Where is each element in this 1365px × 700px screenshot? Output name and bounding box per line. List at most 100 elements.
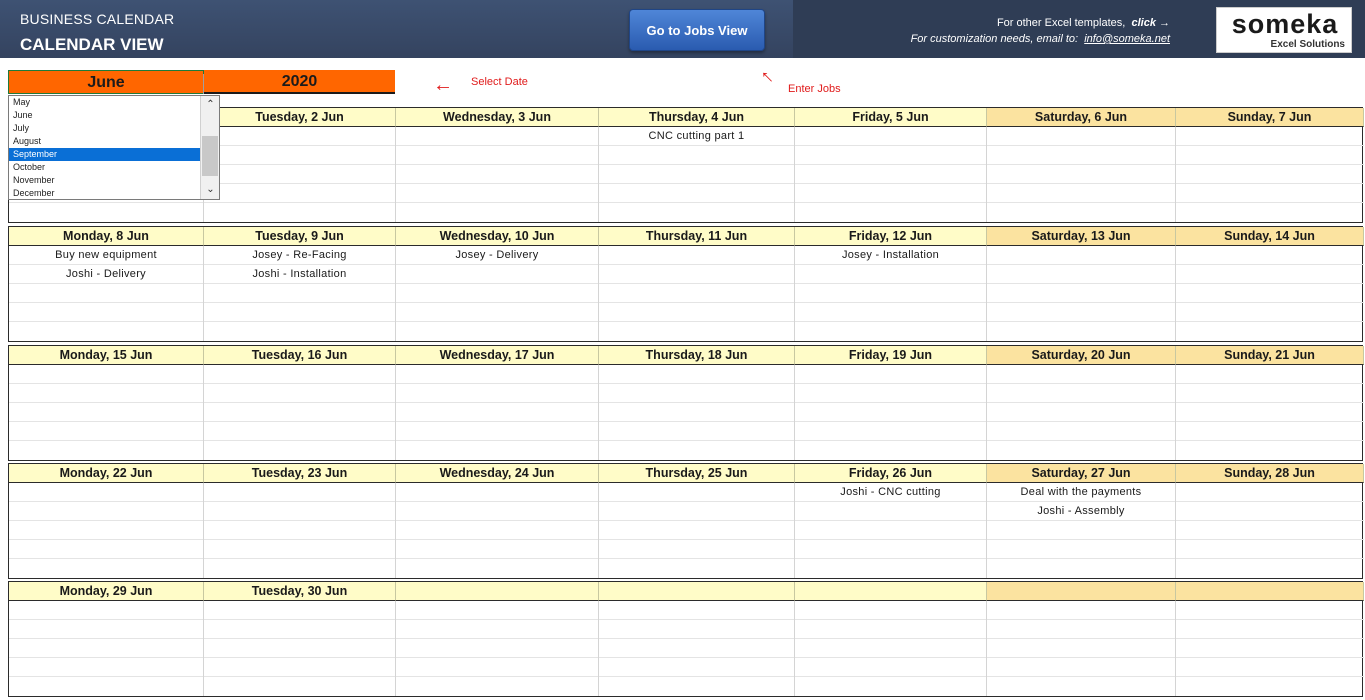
job-cell[interactable] bbox=[396, 146, 598, 165]
job-cell[interactable] bbox=[599, 284, 794, 303]
job-cell[interactable] bbox=[599, 658, 794, 677]
job-cell[interactable] bbox=[9, 203, 203, 222]
job-cell[interactable] bbox=[1176, 303, 1364, 322]
job-cell[interactable] bbox=[599, 441, 794, 460]
job-cell[interactable] bbox=[987, 127, 1175, 146]
job-cell[interactable] bbox=[987, 422, 1175, 441]
job-cell[interactable] bbox=[987, 559, 1175, 578]
job-cell[interactable] bbox=[599, 246, 794, 265]
job-cell[interactable] bbox=[1176, 677, 1364, 696]
job-cell[interactable] bbox=[1176, 203, 1364, 222]
job-cell[interactable] bbox=[9, 639, 203, 658]
job-cell[interactable] bbox=[1176, 284, 1364, 303]
job-cell[interactable] bbox=[396, 365, 598, 384]
job-cell[interactable] bbox=[204, 422, 395, 441]
job-cell[interactable] bbox=[204, 365, 395, 384]
templates-click-link[interactable]: click → bbox=[1131, 17, 1170, 29]
job-cell[interactable] bbox=[795, 658, 986, 677]
job-cell[interactable]: Joshi - Installation bbox=[204, 265, 395, 284]
job-cell[interactable] bbox=[987, 521, 1175, 540]
job-cell[interactable] bbox=[987, 620, 1175, 639]
job-cell[interactable] bbox=[396, 127, 598, 146]
job-cell[interactable] bbox=[987, 246, 1175, 265]
job-cell[interactable] bbox=[599, 184, 794, 203]
month-option[interactable]: May bbox=[9, 96, 200, 109]
job-cell[interactable] bbox=[599, 365, 794, 384]
job-cell[interactable] bbox=[9, 422, 203, 441]
job-cell[interactable]: CNC cutting part 1 bbox=[599, 127, 794, 146]
job-cell[interactable] bbox=[1176, 483, 1364, 502]
job-cell[interactable]: Josey - Re-Facing bbox=[204, 246, 395, 265]
job-cell[interactable] bbox=[987, 384, 1175, 403]
job-cell[interactable] bbox=[1176, 620, 1364, 639]
job-cell[interactable] bbox=[795, 127, 986, 146]
job-cell[interactable] bbox=[599, 677, 794, 696]
job-cell[interactable] bbox=[396, 384, 598, 403]
job-cell[interactable] bbox=[396, 677, 598, 696]
year-input[interactable]: 2020 bbox=[204, 70, 395, 94]
month-dropdown-list[interactable]: May June July August September October Novembe… bbox=[8, 95, 220, 200]
job-cell[interactable] bbox=[1176, 246, 1364, 265]
job-cell[interactable] bbox=[1176, 658, 1364, 677]
job-cell[interactable] bbox=[396, 441, 598, 460]
job-cell[interactable] bbox=[795, 403, 986, 422]
job-cell[interactable] bbox=[1176, 165, 1364, 184]
job-cell[interactable] bbox=[204, 403, 395, 422]
job-cell[interactable] bbox=[987, 303, 1175, 322]
job-cell[interactable] bbox=[795, 322, 986, 341]
job-cell[interactable] bbox=[9, 365, 203, 384]
job-cell[interactable] bbox=[204, 146, 395, 165]
month-option[interactable]: October bbox=[9, 161, 200, 174]
job-cell[interactable] bbox=[1176, 127, 1364, 146]
job-cell[interactable] bbox=[9, 601, 203, 620]
job-cell[interactable] bbox=[204, 483, 395, 502]
job-cell[interactable] bbox=[1176, 265, 1364, 284]
job-cell[interactable] bbox=[987, 165, 1175, 184]
job-cell[interactable] bbox=[396, 303, 598, 322]
job-cell[interactable] bbox=[795, 284, 986, 303]
job-cell[interactable] bbox=[9, 658, 203, 677]
job-cell[interactable] bbox=[204, 441, 395, 460]
job-cell[interactable]: Buy new equipment bbox=[9, 246, 203, 265]
job-cell[interactable] bbox=[1176, 146, 1364, 165]
job-cell[interactable]: Joshi - Delivery bbox=[9, 265, 203, 284]
job-cell[interactable] bbox=[1176, 322, 1364, 341]
job-cell[interactable] bbox=[9, 483, 203, 502]
job-cell[interactable] bbox=[396, 639, 598, 658]
job-cell[interactable] bbox=[1176, 540, 1364, 559]
job-cell[interactable] bbox=[987, 639, 1175, 658]
job-cell[interactable] bbox=[9, 384, 203, 403]
job-cell[interactable] bbox=[396, 540, 598, 559]
job-cell[interactable] bbox=[396, 559, 598, 578]
job-cell[interactable] bbox=[396, 601, 598, 620]
job-cell[interactable] bbox=[204, 620, 395, 639]
job-cell[interactable] bbox=[795, 601, 986, 620]
scroll-down-icon[interactable]: ⌄ bbox=[201, 183, 220, 197]
month-option[interactable]: September bbox=[9, 148, 200, 161]
job-cell[interactable] bbox=[987, 540, 1175, 559]
job-cell[interactable] bbox=[396, 203, 598, 222]
job-cell[interactable]: Joshi - Assembly bbox=[987, 502, 1175, 521]
job-cell[interactable] bbox=[9, 502, 203, 521]
job-cell[interactable] bbox=[1176, 521, 1364, 540]
job-cell[interactable] bbox=[599, 384, 794, 403]
job-cell[interactable] bbox=[9, 403, 203, 422]
job-cell[interactable] bbox=[599, 165, 794, 184]
job-cell[interactable] bbox=[396, 284, 598, 303]
job-cell[interactable] bbox=[599, 146, 794, 165]
job-cell[interactable] bbox=[795, 184, 986, 203]
scroll-up-icon[interactable]: ⌃ bbox=[201, 98, 220, 112]
job-cell[interactable] bbox=[599, 502, 794, 521]
month-option[interactable]: August bbox=[9, 135, 200, 148]
scroll-thumb[interactable] bbox=[202, 136, 218, 176]
job-cell[interactable] bbox=[396, 422, 598, 441]
job-cell[interactable] bbox=[599, 620, 794, 639]
job-cell[interactable] bbox=[1176, 184, 1364, 203]
job-cell[interactable]: Josey - Installation bbox=[795, 246, 986, 265]
job-cell[interactable] bbox=[204, 540, 395, 559]
job-cell[interactable] bbox=[795, 146, 986, 165]
job-cell[interactable] bbox=[987, 441, 1175, 460]
job-cell[interactable] bbox=[795, 620, 986, 639]
job-cell[interactable] bbox=[396, 521, 598, 540]
month-option[interactable]: December bbox=[9, 187, 200, 200]
